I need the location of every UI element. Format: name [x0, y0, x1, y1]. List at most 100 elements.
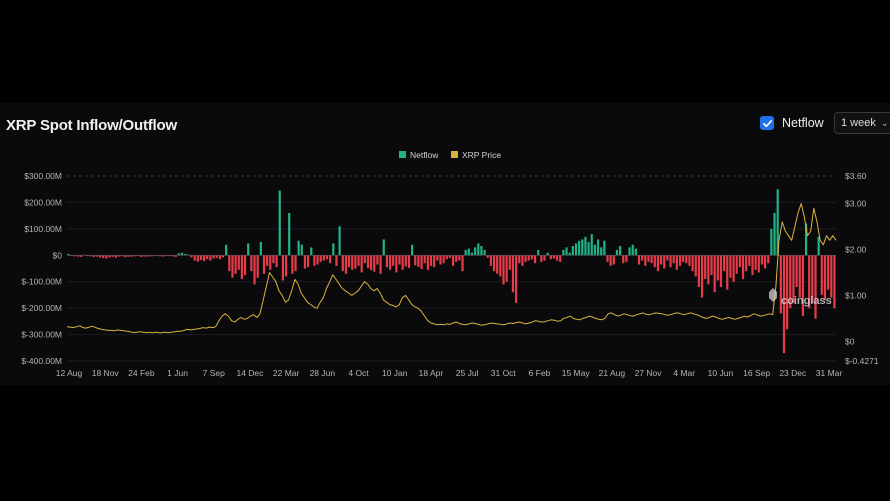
netflow-checkbox[interactable] [760, 116, 774, 130]
netflow-bar [634, 248, 637, 256]
netflow-bar [817, 236, 820, 256]
netflow-bar [559, 255, 562, 262]
netflow-bar [562, 250, 565, 256]
x-tick: 15 May [562, 368, 591, 378]
netflow-bar [281, 255, 284, 281]
y-right-tick: $-0.4271 [845, 356, 879, 366]
netflow-bar [587, 242, 590, 256]
y-left-tick: $-200.00M [21, 303, 62, 313]
netflow-bar [502, 255, 505, 285]
netflow-bar [524, 255, 527, 262]
netflow-bar [407, 255, 411, 268]
netflow-bar [483, 250, 486, 256]
netflow-bar [745, 255, 748, 272]
netflow-bar [521, 255, 524, 266]
period-select[interactable]: 1 week ⌄ [834, 112, 890, 134]
period-value: 1 week [841, 117, 876, 129]
netflow-bar [433, 255, 436, 268]
netflow-bar [266, 255, 269, 266]
netflow-bar [663, 255, 666, 269]
netflow-bar [773, 213, 776, 256]
netflow-bar [499, 255, 502, 277]
netflow-bar [243, 255, 247, 276]
y-left-tick: $300.00M [24, 171, 62, 181]
netflow-bar [209, 255, 212, 261]
netflow-toggle[interactable]: Netflow [760, 116, 824, 130]
netflow-bar [726, 255, 729, 290]
netflow-bar [568, 252, 571, 256]
legend-price-label: XRP Price [462, 150, 501, 160]
netflow-bar [578, 240, 581, 256]
netflow-bar [354, 255, 357, 269]
netflow-bar [631, 244, 634, 256]
x-tick: 4 Oct [348, 368, 369, 378]
netflow-bar [704, 255, 707, 280]
netflow-bar [606, 255, 609, 262]
netflow-bar [288, 213, 291, 256]
netflow-bar [571, 246, 574, 256]
netflow-bar [540, 255, 543, 262]
netflow-bar [700, 255, 704, 298]
netflow-bar [694, 255, 697, 277]
netflow-bar [637, 255, 641, 265]
netflow-bar [669, 255, 672, 268]
netflow-bar [196, 255, 199, 262]
netflow-bar [114, 255, 117, 258]
legend-netflow-label: Netflow [410, 150, 439, 160]
netflow-bar [612, 255, 615, 265]
x-tick: 14 Dec [236, 368, 264, 378]
netflow-bar [543, 255, 546, 261]
netflow-bar [439, 255, 442, 265]
netflow-bar [798, 255, 801, 298]
netflow-bar [414, 255, 417, 266]
netflow-bar [190, 255, 193, 258]
netflow-bar [177, 253, 180, 256]
netflow-bar [404, 255, 407, 267]
netflow-bar [710, 255, 713, 276]
netflow-bar [325, 255, 329, 260]
netflow-bar [641, 255, 644, 261]
netflow-bar [827, 255, 830, 290]
netflow-bar [347, 255, 351, 268]
x-tick: 28 Jun [310, 368, 336, 378]
netflow-bar [470, 252, 474, 256]
netflow-bar [332, 243, 335, 256]
netflow-bar [615, 250, 619, 256]
netflow-bar [411, 244, 414, 256]
netflow-bar [180, 252, 184, 256]
netflow-chart: Netflow XRP Price $300.00M $200.00M $100.00M… [21, 150, 879, 378]
netflow-bar [426, 255, 429, 270]
netflow-bar [329, 255, 332, 264]
netflow-bar [596, 239, 600, 256]
netflow-bar [464, 250, 467, 256]
netflow-bar [247, 243, 250, 256]
netflow-bar [707, 255, 710, 285]
netflow-bar [398, 255, 401, 265]
netflow-bar [259, 242, 262, 256]
netflow-bar [98, 255, 102, 258]
netflow-bar [275, 255, 278, 268]
x-tick: 16 Sep [743, 368, 770, 378]
netflow-bar [442, 255, 445, 264]
x-tick: 27 Nov [635, 368, 663, 378]
netflow-bar [215, 255, 218, 258]
watermark-text: coinglass [781, 295, 832, 307]
netflow-bar [738, 255, 741, 268]
x-tick: 10 Jun [708, 368, 734, 378]
netflow-bar [609, 255, 612, 266]
netflow-bar [310, 247, 313, 256]
netflow-bar [505, 255, 508, 282]
y-right-tick: $3.60 [845, 171, 867, 181]
netflow-bar [256, 255, 259, 278]
netflow-bar [628, 247, 631, 256]
x-tick: 1 Jun [167, 368, 188, 378]
netflow-bar [300, 244, 303, 256]
netflow-bar [303, 255, 307, 269]
x-tick: 22 Mar [273, 368, 300, 378]
netflow-bar [682, 255, 685, 262]
netflow-bar [480, 246, 483, 256]
netflow-bar [401, 255, 404, 270]
x-tick: 6 Feb [529, 368, 551, 378]
netflow-bar [691, 255, 694, 272]
netflow-bar [429, 255, 433, 266]
